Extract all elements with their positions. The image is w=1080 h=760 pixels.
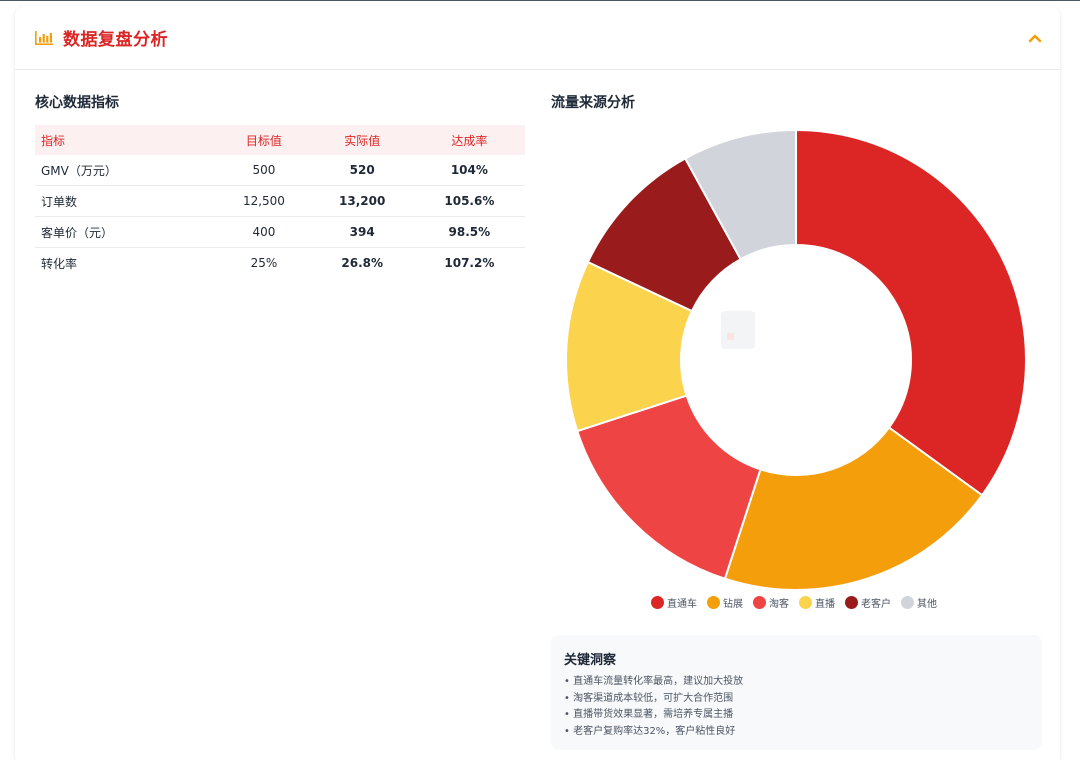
table-row: 订单数 12,500 13,200 105.6% (35, 185, 525, 217)
legend-item[interactable]: 其他 (901, 595, 937, 610)
insights-panel: 关键洞察 • 直通车流量转化率最高，建议加大投放 • 淘客渠道成本较低，可扩大合… (551, 635, 1042, 750)
legend-item[interactable]: 直播 (799, 595, 835, 610)
bar-chart-icon (35, 31, 53, 45)
column-header: 达成率 (413, 125, 525, 155)
metric-actual: 394 (310, 216, 414, 248)
insight-item: • 直播带货效果显著，需培养专属主播 (564, 709, 734, 720)
insight-item: • 淘客渠道成本较低，可扩大合作范围 (564, 692, 734, 704)
metric-target: 12,500 (217, 185, 311, 217)
traffic-title: 流量来源分析 (551, 95, 635, 111)
legend-swatch (901, 595, 914, 609)
column-header: 实际值 (310, 125, 414, 155)
legend-label: 老客户 (861, 598, 891, 610)
insights-list: • 直通车流量转化率最高，建议加大投放 • 淘客渠道成本较低，可扩大合作范围 •… (564, 674, 743, 740)
legend-swatch (845, 595, 858, 609)
legend-swatch (753, 595, 766, 609)
window-top-border (0, 0, 1080, 1)
placeholder-dot (727, 333, 734, 340)
metric-name: 订单数 (35, 185, 218, 217)
card-header[interactable]: 数据复盘分析 (15, 6, 1060, 70)
metric-target: 25% (250, 256, 278, 270)
metric-rate: 105.6% (413, 185, 525, 217)
metric-target: 400 (217, 216, 311, 248)
metric-actual: 13,200 (310, 185, 414, 217)
legend-item[interactable]: 直通车 (651, 595, 697, 610)
legend-item[interactable]: 钻展 (707, 595, 743, 610)
legend-label: 钻展 (723, 598, 743, 610)
chevron-up-icon[interactable] (1023, 26, 1047, 50)
metrics-table: 指标 目标值 实际值 达成率 GMV（万元） 500 520 104% 订单数 … (35, 125, 525, 278)
legend-swatch (651, 595, 664, 609)
metric-name: GMV（万元） (35, 155, 218, 186)
legend-swatch (799, 595, 812, 609)
metric-rate: 98.5% (413, 216, 525, 248)
legend-label: 淘客 (769, 598, 789, 610)
table-row: 客单价（元） 400 394 98.5% (35, 216, 525, 248)
table-row: GMV（万元） 500 520 104% (35, 155, 525, 186)
metrics-title: 核心数据指标 (35, 95, 119, 111)
placeholder-icon (721, 311, 755, 349)
insights-title: 关键洞察 (564, 653, 617, 668)
column-header: 指标 (35, 125, 218, 155)
table-row: 转化率 25% 26.8% 107.2% (35, 248, 525, 279)
legend-item[interactable]: 老客户 (845, 595, 891, 610)
metric-target: 500 (217, 155, 311, 186)
column-header: 目标值 (217, 125, 311, 155)
traffic-donut-chart (565, 128, 1027, 591)
review-card: 数据复盘分析 核心数据指标 指标 目标值 实际值 达成率 GMV（万元） 500… (15, 6, 1060, 760)
legend-label: 直播 (815, 598, 835, 610)
metric-rate: 104% (413, 155, 525, 186)
chart-legend: 直通车 钻展 淘客 直播 老客户 其他 (651, 594, 947, 610)
legend-label: 其他 (917, 598, 937, 610)
metric-name: 客单价（元） (35, 216, 218, 248)
card-title: 数据复盘分析 (63, 30, 168, 50)
donut-slice[interactable] (795, 128, 1027, 497)
metric-actual: 520 (310, 155, 414, 186)
table-header-row: 指标 目标值 实际值 达成率 (35, 125, 525, 155)
legend-item[interactable]: 淘客 (753, 595, 789, 610)
legend-swatch (707, 595, 720, 609)
insight-item: • 老客户复购率达32%，客户粘性良好 (564, 725, 736, 737)
legend-label: 直通车 (667, 598, 697, 610)
insight-item: • 直通车流量转化率最高，建议加大投放 (564, 676, 744, 687)
metric-actual: 26.8% (341, 256, 384, 270)
metric-name: 转化率 (41, 256, 78, 271)
metric-rate: 107.2% (444, 256, 495, 270)
